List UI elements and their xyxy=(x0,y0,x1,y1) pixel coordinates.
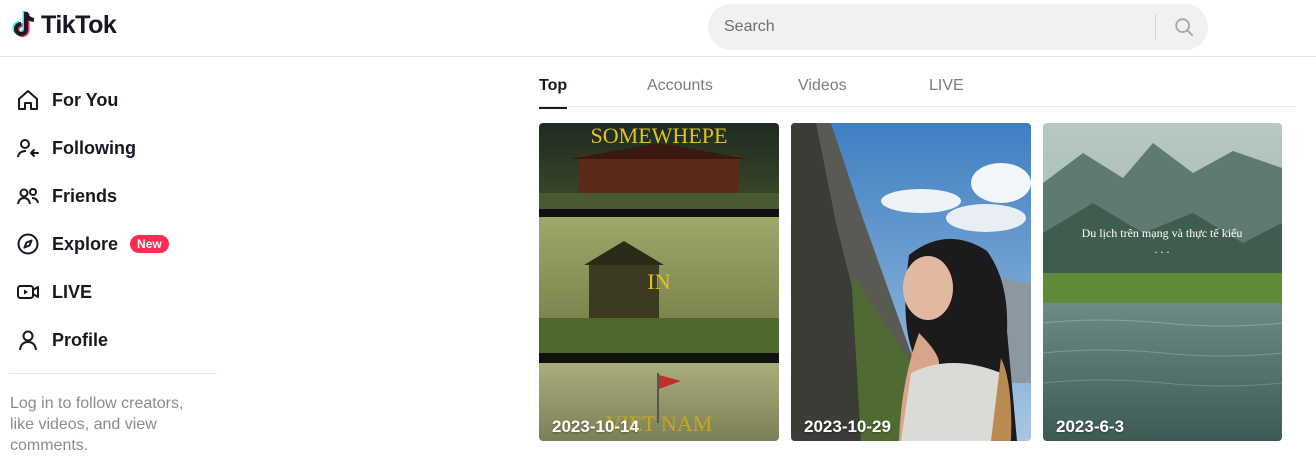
video-card[interactable]: Du lịch trên mạng và thực tế kiểu . . . … xyxy=(1043,123,1282,441)
home-icon xyxy=(14,86,42,114)
video-overlay-ellipsis: . . . xyxy=(1155,242,1170,256)
tab-accounts[interactable]: Accounts xyxy=(647,77,713,107)
sidebar-item-explore[interactable]: Explore New xyxy=(8,224,169,264)
profile-icon xyxy=(14,326,42,354)
video-date: 2023-10-14 xyxy=(552,417,639,436)
sidebar-item-for-you[interactable]: For You xyxy=(8,80,118,120)
live-icon xyxy=(14,278,42,306)
video-thumbnail: SOMEWHEPE IN VIET NAM xyxy=(539,123,779,441)
search-tabs: Top Accounts Videos LIVE xyxy=(539,57,1296,109)
video-overlay-in: IN xyxy=(647,269,670,294)
video-overlay-title: SOMEWHEPE xyxy=(591,123,728,148)
sidebar-item-label: Profile xyxy=(52,329,109,350)
tab-top[interactable]: Top xyxy=(539,77,568,109)
tiktok-logo[interactable]: TikTok xyxy=(10,10,117,40)
video-thumbnail xyxy=(791,123,1031,441)
sidebar-divider xyxy=(9,373,217,374)
search-button[interactable] xyxy=(1160,4,1208,50)
video-card[interactable]: 2023-10-29 xyxy=(791,123,1031,441)
tab-live[interactable]: LIVE xyxy=(929,77,964,107)
sidebar-item-label: LIVE xyxy=(52,281,93,302)
tiktok-note-icon xyxy=(12,11,35,37)
following-icon xyxy=(14,134,42,162)
sidebar-item-following[interactable]: Following xyxy=(8,128,136,168)
sidebar-item-label: For You xyxy=(52,89,119,110)
new-badge: New xyxy=(130,235,169,253)
login-hint: Log in to follow creators, like videos, … xyxy=(10,395,184,454)
compass-icon xyxy=(14,230,42,258)
sidebar-item-live[interactable]: LIVE xyxy=(8,272,92,312)
video-card[interactable]: SOMEWHEPE IN VIET NAM 2023-10-14 xyxy=(539,123,779,441)
sidebar-item-label: Friends xyxy=(52,185,118,206)
sidebar-item-label: Following xyxy=(52,137,136,158)
search-divider xyxy=(1155,14,1156,40)
logo-text: TikTok xyxy=(41,10,117,39)
search-bar xyxy=(708,4,1208,50)
friends-icon xyxy=(14,182,42,210)
video-date: 2023-10-29 xyxy=(804,417,891,436)
sidebar: For You Following Friends Explore New LI… xyxy=(0,57,230,454)
sidebar-item-profile[interactable]: Profile xyxy=(8,320,108,360)
search-icon xyxy=(1175,18,1194,37)
sidebar-item-friends[interactable]: Friends xyxy=(8,176,117,216)
video-thumbnail: Du lịch trên mạng và thực tế kiểu . . . xyxy=(1043,123,1282,441)
search-input[interactable] xyxy=(724,4,1144,50)
tab-videos[interactable]: Videos xyxy=(798,77,847,107)
video-overlay-caption: Du lịch trên mạng và thực tế kiểu xyxy=(1082,226,1243,240)
top-bar: TikTok xyxy=(0,0,1316,57)
sidebar-item-label: Explore xyxy=(52,233,119,254)
video-date: 2023-6-3 xyxy=(1056,417,1125,436)
